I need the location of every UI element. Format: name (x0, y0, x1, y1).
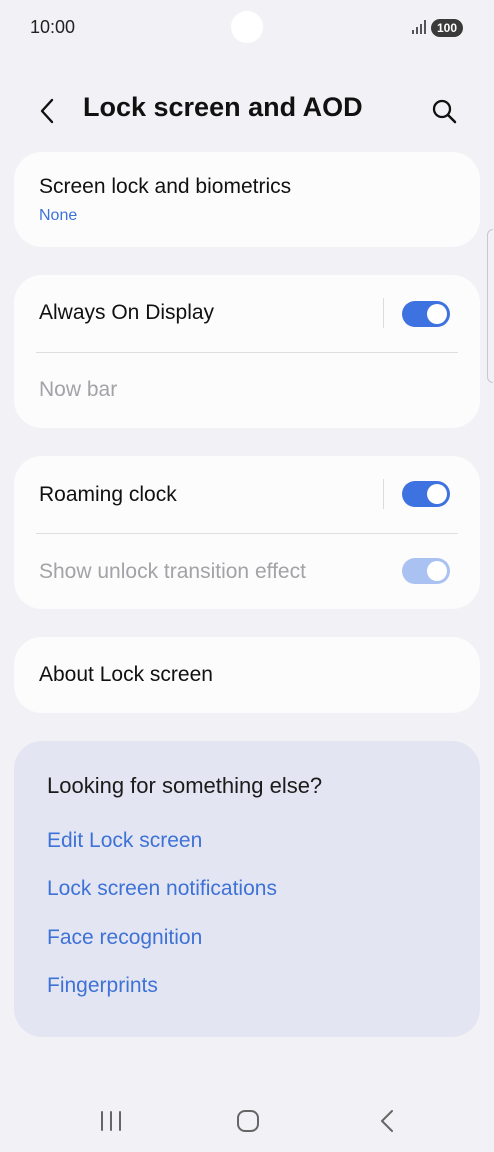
aod-toggle[interactable] (402, 301, 450, 327)
status-bar: 10:00 100 (0, 0, 494, 58)
lock-screen-notifications-link[interactable]: Lock screen notifications (47, 877, 277, 901)
battery-badge: 100 (431, 19, 463, 37)
aod-title: Always On Display (39, 301, 215, 324)
aod-card: Always On Display Now bar (14, 275, 480, 428)
toggle-knob (427, 561, 447, 581)
roaming-clock-toggle[interactable] (402, 481, 450, 507)
about-lock-screen-row[interactable]: About Lock screen (14, 637, 480, 713)
suggestions-card: Looking for something else? Edit Lock sc… (14, 741, 480, 1037)
app-header: Lock screen and AOD (0, 80, 494, 140)
scrollbar[interactable] (487, 229, 493, 383)
home-icon (237, 1110, 259, 1132)
about-card: About Lock screen (14, 637, 480, 713)
now-bar-title: Now bar (39, 378, 118, 401)
clock-card: Roaming clock Show unlock transition eff… (14, 456, 480, 609)
row-divider (383, 298, 384, 328)
edit-lock-screen-link[interactable]: Edit Lock screen (47, 829, 202, 853)
page-title: Lock screen and AOD (83, 92, 363, 122)
search-icon (432, 99, 457, 124)
row-divider (383, 479, 384, 509)
unlock-effect-row[interactable]: Show unlock transition effect (14, 534, 480, 609)
screen-lock-title: Screen lock and biometrics (39, 175, 292, 198)
screen-lock-value: None (39, 207, 78, 224)
status-time: 10:00 (30, 17, 76, 37)
unlock-effect-toggle[interactable] (402, 558, 450, 584)
nav-back-button[interactable] (367, 1104, 407, 1138)
back-icon (381, 1110, 393, 1132)
nav-bar (0, 1090, 494, 1152)
unlock-effect-title: Show unlock transition effect (39, 560, 306, 583)
about-lock-screen-title: About Lock screen (39, 663, 213, 686)
signal-icon (412, 20, 426, 34)
recents-icon (101, 1111, 121, 1131)
now-bar-row[interactable]: Now bar (14, 353, 480, 428)
roaming-clock-title: Roaming clock (39, 483, 177, 506)
camera-cutout (231, 11, 263, 43)
back-button[interactable] (30, 93, 66, 129)
home-button[interactable] (228, 1104, 268, 1138)
search-button[interactable] (426, 93, 462, 129)
face-recognition-link[interactable]: Face recognition (47, 926, 202, 950)
screen-lock-row[interactable]: Screen lock and biometrics None (14, 152, 480, 247)
screen-lock-card: Screen lock and biometrics None (14, 152, 480, 247)
roaming-clock-row[interactable]: Roaming clock (14, 456, 480, 533)
aod-row[interactable]: Always On Display (14, 275, 480, 352)
toggle-knob (427, 304, 447, 324)
fingerprints-link[interactable]: Fingerprints (47, 974, 158, 998)
toggle-knob (427, 484, 447, 504)
recents-button[interactable] (91, 1104, 131, 1138)
chevron-left-icon (40, 98, 54, 124)
suggestions-title: Looking for something else? (47, 773, 323, 798)
